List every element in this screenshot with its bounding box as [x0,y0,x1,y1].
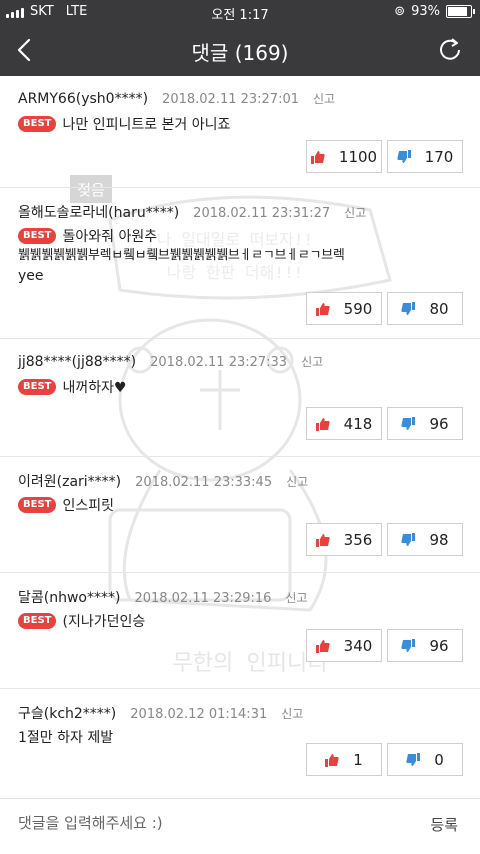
comment-item: ARMY66(ysh0****) 2018.02.11 23:27:01 신고 BE… [0,76,480,188]
refresh-icon [440,38,460,60]
comment-item: 달콤(nhwo****) 2018.02.11 23:29:16 신고 BEST (지… [0,573,480,689]
thumbs-down-icon [406,752,421,766]
best-badge: BEST [18,613,57,629]
dislike-count: 98 [429,530,449,549]
dislike-button[interactable]: 80 [387,292,463,325]
thumbs-down-icon [401,638,416,652]
best-badge: BEST [18,228,57,244]
battery-percent: 93% [411,4,440,19]
thumbs-up-icon [315,417,330,431]
dislike-button[interactable]: 96 [387,407,463,440]
thumbs-up-icon [325,753,339,767]
best-badge: BEST [18,116,57,132]
report-button[interactable]: 신고 [281,705,303,722]
report-button[interactable]: 신고 [285,589,307,606]
comment-item: jj88****(jj88****) 2018.02.11 23:27:33 신고 … [0,339,480,457]
dislike-button[interactable]: 0 [387,743,463,776]
comment-text: 1절만 하자 제발 [18,730,114,746]
thumbs-down-icon [397,149,411,163]
thumbs-up-icon [315,533,330,547]
comment-date: 2018.02.12 01:14:31 [130,707,268,722]
like-count: 418 [343,414,373,433]
like-button[interactable]: 356 [306,523,382,556]
report-button[interactable]: 신고 [286,473,308,490]
header: 댓글 (169) [0,24,480,76]
comment-text: (지나가던인승 [62,614,146,630]
rotation-lock-icon: ⊚ [394,4,406,19]
best-badge: BEST [18,497,57,513]
comment-date: 2018.02.11 23:27:33 [150,355,288,370]
comment-item: 구슬(kch2****) 2018.02.12 01:14:31 신고 1절만 하자… [0,689,480,797]
like-button[interactable]: 1100 [306,140,382,173]
comment-nickname: 올해도솔로라네(haru****) [18,205,180,221]
comment-text-line: yee [18,268,44,284]
comment-list: ARMY66(ysh0****) 2018.02.11 23:27:01 신고 BE… [0,76,480,797]
thumbs-down-icon [401,301,416,315]
like-button[interactable]: 418 [306,407,382,440]
comment-date: 2018.02.11 23:29:16 [134,591,272,606]
like-count: 340 [343,636,373,655]
comment-input[interactable] [18,814,398,832]
refresh-button[interactable] [434,34,466,66]
comment-nickname: jj88****(jj88****) [18,354,137,370]
comment-nickname: 이려원(zari****) [18,474,122,490]
dislike-button[interactable]: 98 [387,523,463,556]
comment-item: 올해도솔로라네(haru****) 2018.02.11 23:31:27 신고 B… [0,188,480,339]
comment-nickname: 달콤(nhwo****) [18,590,121,606]
dislike-button[interactable]: 170 [387,140,463,173]
comment-text: 나만 인피니트로 본거 아니죠 [62,117,231,133]
report-button[interactable]: 신고 [301,353,323,370]
comment-date: 2018.02.11 23:31:27 [193,206,331,221]
thumbs-up-icon [310,150,325,164]
best-badge: BEST [18,379,57,395]
like-count: 356 [343,530,373,549]
dislike-count: 0 [434,750,444,769]
dislike-count: 80 [429,299,449,318]
dislike-count: 170 [424,147,454,166]
comment-text: 내꺼하자♥ [62,380,127,396]
comment-nickname: ARMY66(ysh0****) [18,91,149,107]
comment-item: 이려원(zari****) 2018.02.11 23:33:45 신고 BEST 인… [0,457,480,573]
battery-icon [446,5,475,18]
like-count: 590 [343,299,373,318]
like-count: 1 [353,750,363,769]
like-count: 1100 [338,147,378,166]
report-button[interactable]: 신고 [344,204,366,221]
comment-input-bar: 등록 [0,798,480,854]
submit-button[interactable]: 등록 [430,814,458,835]
comment-nickname: 구슬(kch2****) [18,706,117,722]
comment-text: 인스피릿 [62,498,115,514]
like-button[interactable]: 590 [306,292,382,325]
thumbs-down-icon [401,532,416,546]
report-button[interactable]: 신고 [313,90,335,107]
comment-date: 2018.02.11 23:33:45 [135,475,273,490]
status-bar: SKT LTE 오전 1:17 ⊚ 93% [0,0,480,24]
like-button[interactable]: 1 [306,743,382,776]
comment-text-line: 뷁뷁뷁뷁뷁뷁부렉ㅂ뤸ㅂ뤸브뷁뷁뷁뷁뷁브ㅔㄹㄱ브ㅔㄹㄱ브렉 [18,248,345,263]
dislike-count: 96 [429,414,449,433]
thumbs-down-icon [401,416,416,430]
dislike-count: 96 [429,636,449,655]
page-title: 댓글 (169) [191,41,289,65]
like-button[interactable]: 340 [306,629,382,662]
comment-text: 돌아와줘 아원추 [62,229,158,245]
thumbs-up-icon [315,639,330,653]
thumbs-up-icon [315,302,330,316]
comment-date: 2018.02.11 23:27:01 [162,92,299,107]
dislike-button[interactable]: 96 [387,629,463,662]
